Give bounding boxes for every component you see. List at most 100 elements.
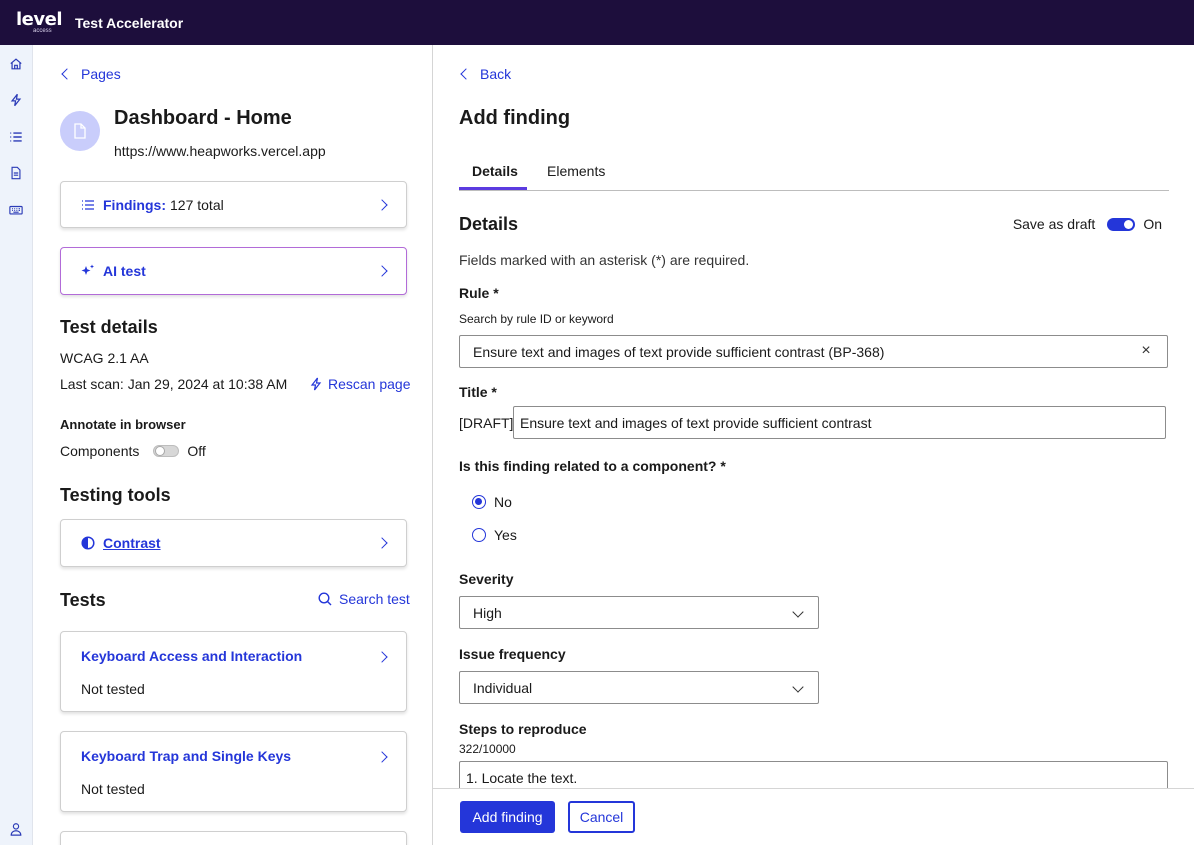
form-footer: Add finding Cancel	[433, 788, 1194, 845]
user-icon[interactable]	[8, 821, 24, 837]
level-access-logo[interactable]: level access	[16, 8, 63, 34]
test-name: Keyboard Access and Interaction	[81, 648, 303, 664]
chevron-left-icon	[460, 68, 472, 80]
rule-hint: Search by rule ID or keyword	[459, 312, 614, 326]
severity-value: High	[473, 604, 502, 621]
radio-yes-button[interactable]	[472, 528, 486, 542]
contrast-icon	[81, 536, 95, 550]
app-title: Test Accelerator	[75, 14, 184, 31]
clear-icon[interactable]: ×	[1139, 343, 1153, 359]
draft-state: On	[1143, 216, 1162, 232]
rule-input[interactable]: Ensure text and images of text provide s…	[459, 335, 1168, 368]
test-name: Keyboard Trap and Single Keys	[81, 748, 292, 764]
keyboard-icon[interactable]	[8, 202, 24, 218]
left-rail	[0, 45, 33, 845]
active-tab-indicator	[459, 187, 527, 190]
test-status: Not tested	[81, 781, 145, 797]
draft-label: Save as draft	[1012, 216, 1096, 232]
panel-title: Add finding	[459, 107, 571, 129]
chevron-left-icon	[61, 68, 73, 80]
components-label: Components	[60, 443, 140, 459]
lightning-icon[interactable]	[8, 92, 24, 108]
search-icon	[318, 592, 332, 606]
severity-label-text: Severity	[459, 571, 514, 587]
page-details-panel: Pages Dashboard - Home https://www.heapw…	[33, 45, 433, 845]
cancel-button[interactable]: Cancel	[568, 801, 635, 833]
tab-bar: Details Elements	[459, 157, 1169, 191]
page-url: https://www.heapworks.vercel.app	[114, 143, 326, 159]
pages-back-link[interactable]: Pages	[61, 66, 121, 82]
details-heading: Details	[459, 214, 519, 234]
components-toggle[interactable]	[153, 445, 180, 457]
chevron-right-icon	[376, 198, 388, 211]
rescan-page-link[interactable]: Rescan page	[310, 376, 411, 392]
logo-word: level	[16, 8, 63, 30]
frequency-value: Individual	[473, 679, 533, 696]
contrast-card[interactable]: Contrast	[60, 519, 407, 567]
sparkle-icon	[81, 264, 95, 278]
home-icon[interactable]	[8, 56, 24, 72]
tab-details[interactable]: Details	[472, 163, 518, 179]
frequency-select[interactable]: Individual	[459, 671, 819, 704]
chevron-right-icon	[376, 537, 388, 549]
lightning-icon	[310, 377, 322, 391]
standard-text: WCAG 2.1 AA	[60, 350, 149, 366]
chevron-down-icon	[792, 606, 804, 618]
list-icon[interactable]	[8, 129, 24, 145]
test-details-heading: Test details	[60, 317, 158, 337]
save-as-draft-row: Save as draft On	[1013, 216, 1162, 232]
radio-no-label: No	[494, 494, 512, 510]
file-icon	[74, 123, 86, 139]
title-label: Title *	[459, 384, 497, 400]
contrast-link: Contrast	[103, 535, 161, 551]
back-link[interactable]: Back	[460, 66, 512, 82]
page-avatar	[60, 111, 100, 151]
steps-textarea[interactable]: 1. Locate the text.	[459, 761, 1168, 788]
chevron-right-icon	[376, 265, 388, 277]
test-card[interactable]: Keyboard Trap and Single Keys Not tested	[60, 731, 407, 812]
list-icon	[81, 199, 95, 211]
findings-card[interactable]: Findings: 127 total	[60, 181, 407, 228]
chevron-right-icon	[376, 751, 388, 763]
document-icon[interactable]	[8, 165, 24, 181]
radio-yes-label: Yes	[494, 527, 517, 543]
steps-label: Steps to reproduce	[459, 721, 587, 737]
rule-label: Rule *	[459, 285, 499, 301]
back-label: Back	[480, 66, 512, 82]
rule-value: Ensure text and images of text provide s…	[473, 343, 885, 360]
severity-select[interactable]: High	[459, 596, 819, 629]
test-status: Not tested	[81, 681, 145, 697]
findings-label: Findings:	[103, 196, 166, 213]
radio-no[interactable]: No	[472, 494, 512, 510]
title-input[interactable]: Ensure text and images of text provide s…	[513, 406, 1166, 439]
annotate-heading: Annotate in browser	[60, 417, 186, 432]
chevron-right-icon	[376, 651, 388, 663]
pages-link-label: Pages	[81, 66, 121, 82]
components-toggle-row: Components Off	[60, 443, 206, 459]
steps-count: 322/10000	[459, 742, 516, 756]
test-card[interactable]: Keyboard Access and Interaction Not test…	[60, 631, 407, 712]
title-prefix: [DRAFT]	[459, 415, 514, 431]
tab-elements[interactable]: Elements	[547, 163, 605, 179]
component-question: Is this finding related to a component? …	[459, 458, 726, 474]
test-card-partial[interactable]	[60, 831, 407, 845]
search-test-link[interactable]: Search test	[318, 591, 410, 607]
add-finding-button[interactable]: Add finding	[460, 801, 555, 833]
testing-tools-heading: Testing tools	[60, 485, 171, 505]
findings-count: 127 total	[170, 196, 224, 213]
rescan-label: Rescan page	[328, 376, 411, 392]
radio-no-button[interactable]	[472, 495, 486, 509]
tests-heading: Tests	[60, 590, 106, 610]
severity-label: Severity	[459, 571, 513, 587]
ai-test-card[interactable]: AI test	[60, 247, 407, 295]
page-title: Dashboard - Home	[114, 107, 292, 129]
title-value: Ensure text and images of text provide s…	[520, 414, 872, 431]
components-state: Off	[187, 443, 206, 459]
last-scan-text: Last scan: Jan 29, 2024 at 10:38 AM	[60, 376, 288, 392]
draft-toggle[interactable]	[1107, 217, 1136, 231]
steps-value: 1. Locate the text.	[466, 770, 578, 786]
required-note: Fields marked with an asterisk (*) are r…	[459, 252, 750, 268]
radio-yes[interactable]: Yes	[472, 527, 517, 543]
chevron-down-icon	[792, 681, 804, 693]
ai-test-label: AI test	[103, 263, 146, 279]
